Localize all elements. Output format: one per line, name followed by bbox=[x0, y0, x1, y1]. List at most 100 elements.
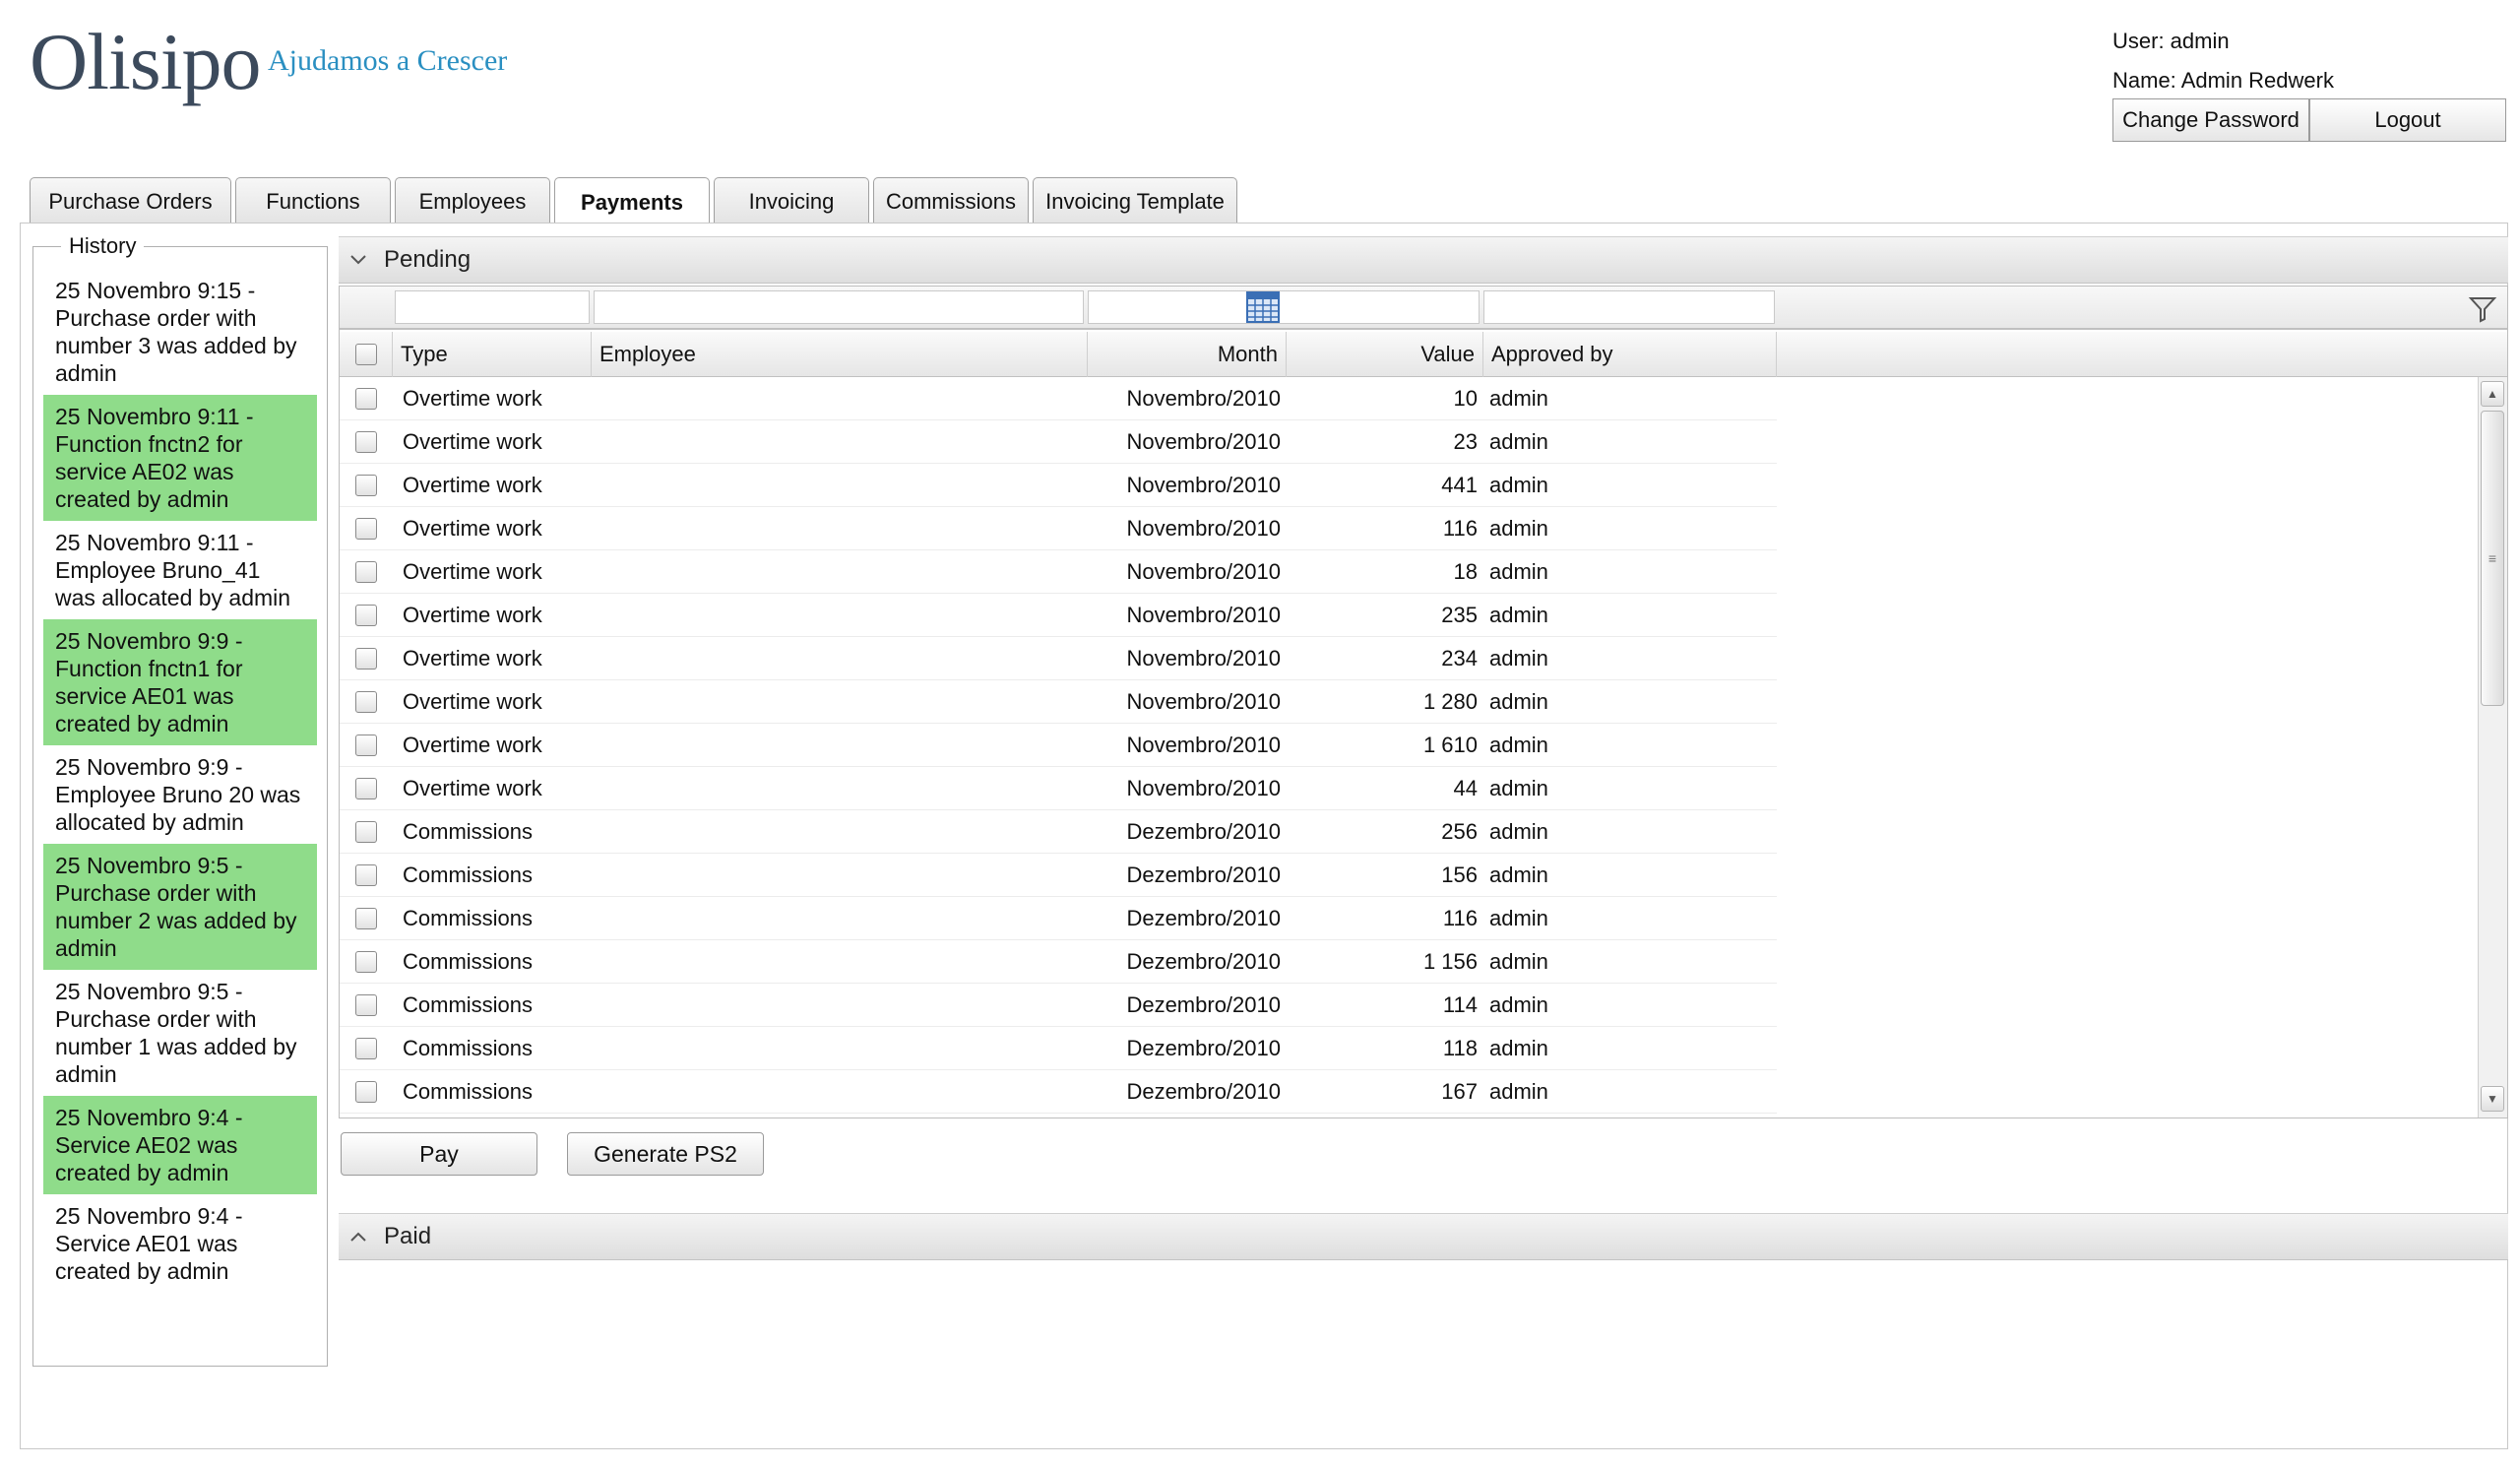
row-checkbox[interactable] bbox=[355, 951, 377, 973]
type-filter-input[interactable] bbox=[395, 290, 590, 324]
tab-purchase-orders[interactable]: Purchase Orders bbox=[30, 177, 231, 224]
tab-employees[interactable]: Employees bbox=[395, 177, 550, 224]
row-checkbox[interactable] bbox=[355, 605, 377, 626]
cell-type: Commissions bbox=[403, 906, 534, 930]
cell-employee bbox=[601, 724, 1084, 767]
row-checkbox[interactable] bbox=[355, 518, 377, 540]
tab-payments[interactable]: Payments bbox=[554, 177, 710, 226]
row-checkbox[interactable] bbox=[355, 1038, 377, 1059]
table-row[interactable]: Commissions Dezembro/2010 116 admin bbox=[340, 897, 1777, 940]
cell-type: Overtime work bbox=[403, 689, 542, 714]
generate-ps2-button[interactable]: Generate PS2 bbox=[567, 1132, 764, 1176]
table-row[interactable]: Overtime work Novembro/2010 235 admin bbox=[340, 594, 1777, 637]
tab-functions[interactable]: Functions bbox=[235, 177, 391, 224]
row-checkbox[interactable] bbox=[355, 431, 377, 453]
paid-panel-header[interactable]: Paid bbox=[339, 1213, 2508, 1260]
column-header-employee[interactable]: Employee bbox=[592, 332, 1088, 377]
row-checkbox[interactable] bbox=[355, 1081, 377, 1103]
scroll-down-icon[interactable]: ▼ bbox=[2481, 1086, 2504, 1112]
table-row[interactable]: Overtime work Novembro/2010 234 admin bbox=[340, 637, 1777, 680]
scroll-thumb[interactable]: ≡ bbox=[2481, 411, 2504, 706]
cell-value: 234 bbox=[1441, 646, 1478, 671]
table-row[interactable]: Overtime work Novembro/2010 23 admin bbox=[340, 420, 1777, 464]
column-header-month[interactable]: Month bbox=[1088, 332, 1287, 377]
cell-type: Overtime work bbox=[403, 473, 542, 497]
table-row[interactable]: Commissions Dezembro/2010 114 admin bbox=[340, 984, 1777, 1027]
column-header-approved-by[interactable]: Approved by bbox=[1483, 332, 1777, 377]
row-checkbox[interactable] bbox=[355, 821, 377, 843]
value-filter-input[interactable] bbox=[1483, 290, 1775, 324]
cell-value: 1 610 bbox=[1422, 733, 1478, 757]
cell-approved-by: admin bbox=[1489, 949, 1548, 974]
calendar-icon[interactable] bbox=[1245, 290, 1281, 324]
table-row[interactable]: Commissions Dezembro/2010 118 admin bbox=[340, 1027, 1777, 1070]
filter-icon[interactable] bbox=[2468, 294, 2497, 324]
tab-invoicing-template[interactable]: Invoicing Template bbox=[1033, 177, 1237, 224]
row-checkbox[interactable] bbox=[355, 648, 377, 670]
table-row[interactable]: Commissions Dezembro/2010 256 admin bbox=[340, 810, 1777, 854]
tab-commissions[interactable]: Commissions bbox=[873, 177, 1029, 224]
row-checkbox[interactable] bbox=[355, 908, 377, 929]
table-row[interactable]: Commissions Dezembro/2010 167 admin bbox=[340, 1070, 1777, 1114]
cell-value: 23 bbox=[1453, 429, 1478, 454]
cell-value: 235 bbox=[1441, 603, 1478, 627]
table-row[interactable]: Overtime work Novembro/2010 18 admin bbox=[340, 550, 1777, 594]
history-item: 25 Novembro 9:15 - Purchase order with n… bbox=[55, 278, 297, 386]
cell-month: Novembro/2010 bbox=[1126, 646, 1281, 671]
vertical-scrollbar[interactable]: ▲ ≡ ▼ bbox=[2478, 377, 2507, 1118]
pending-panel-header[interactable]: Pending bbox=[339, 236, 2508, 284]
tab-invoicing[interactable]: Invoicing bbox=[714, 177, 869, 224]
row-checkbox[interactable] bbox=[355, 388, 377, 410]
employee-filter-input[interactable] bbox=[594, 290, 1084, 324]
cell-month: Dezembro/2010 bbox=[1126, 992, 1281, 1017]
chevron-up-icon[interactable] bbox=[339, 1213, 378, 1260]
logout-button[interactable]: Logout bbox=[2309, 98, 2506, 142]
table-row[interactable]: Commissions Dezembro/2010 156 admin bbox=[340, 854, 1777, 897]
table-row[interactable]: Overtime work Novembro/2010 116 admin bbox=[340, 507, 1777, 550]
cell-value: 1 280 bbox=[1422, 689, 1478, 714]
cell-employee bbox=[601, 420, 1084, 464]
row-checkbox[interactable] bbox=[355, 994, 377, 1016]
paid-title: Paid bbox=[384, 1223, 432, 1249]
row-select-cell bbox=[355, 420, 377, 464]
cell-value: 18 bbox=[1453, 559, 1478, 584]
table-row[interactable]: Overtime work Novembro/2010 44 admin bbox=[340, 767, 1777, 810]
row-checkbox[interactable] bbox=[355, 734, 377, 756]
cell-value: 156 bbox=[1441, 862, 1478, 887]
cell-employee bbox=[601, 984, 1084, 1027]
cell-approved-by: admin bbox=[1489, 516, 1548, 541]
cell-value: 116 bbox=[1442, 906, 1478, 930]
cell-value: 114 bbox=[1442, 992, 1478, 1017]
cell-month: Dezembro/2010 bbox=[1126, 819, 1281, 844]
table-row[interactable]: Overtime work Novembro/2010 1 610 admin bbox=[340, 724, 1777, 767]
row-checkbox[interactable] bbox=[355, 561, 377, 583]
cell-value: 256 bbox=[1441, 819, 1478, 844]
cell-approved-by: admin bbox=[1489, 1036, 1548, 1060]
select-all-checkbox[interactable] bbox=[354, 344, 377, 365]
cell-employee bbox=[601, 767, 1084, 810]
table-row[interactable]: Overtime work Novembro/2010 441 admin bbox=[340, 464, 1777, 507]
cell-employee bbox=[601, 594, 1084, 637]
cell-type: Commissions bbox=[403, 949, 534, 974]
row-checkbox[interactable] bbox=[355, 691, 377, 713]
chevron-down-icon[interactable] bbox=[339, 236, 378, 284]
table-row[interactable]: Overtime work Novembro/2010 10 admin bbox=[340, 377, 1777, 420]
row-select-cell bbox=[355, 897, 377, 940]
table-row[interactable]: Commissions Dezembro/2010 1 156 admin bbox=[340, 940, 1777, 984]
month-filter-input[interactable] bbox=[1088, 290, 1480, 324]
column-header-value[interactable]: Value bbox=[1287, 332, 1483, 377]
row-select-cell bbox=[355, 594, 377, 637]
row-checkbox[interactable] bbox=[355, 778, 377, 799]
row-checkbox[interactable] bbox=[355, 475, 377, 496]
grid-body: Overtime work Novembro/2010 10 admin Overtim… bbox=[340, 377, 1777, 1114]
user-info: User: admin Name: Admin Redwerk bbox=[2112, 22, 2506, 100]
change-password-button[interactable]: Change Password bbox=[2112, 98, 2309, 142]
table-row[interactable]: Overtime work Novembro/2010 1 280 admin bbox=[340, 680, 1777, 724]
row-select-cell bbox=[355, 507, 377, 550]
history-list: 25 Novembro 9:15 - Purchase order with n… bbox=[43, 269, 317, 1293]
scroll-up-icon[interactable]: ▲ bbox=[2481, 381, 2504, 407]
row-checkbox[interactable] bbox=[355, 864, 377, 886]
history-item: 25 Novembro 9:4 - Service AE01 was creat… bbox=[55, 1203, 243, 1284]
pay-button[interactable]: Pay bbox=[341, 1132, 537, 1176]
column-header-type[interactable]: Type bbox=[393, 332, 592, 377]
